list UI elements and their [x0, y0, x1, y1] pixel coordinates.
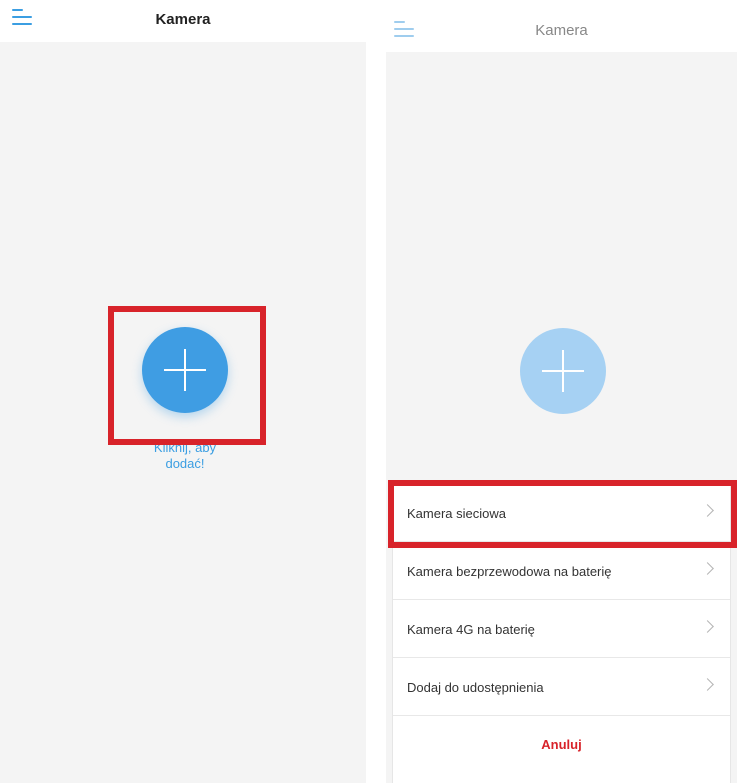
menu-item-label: Kamera 4G na baterię [407, 622, 535, 637]
right-screen: Kamera Kamera sieciowa Kamera bezprzewod… [386, 8, 737, 783]
add-hint-line2: dodać! [165, 456, 205, 471]
top-bar: Kamera [0, 0, 366, 42]
chevron-right-icon [701, 678, 714, 691]
menu-item-label: Dodaj do udostępnienia [407, 680, 544, 695]
menu-item-4g-battery-camera[interactable]: Kamera 4G na baterię [393, 600, 730, 658]
plus-icon-stroke [562, 350, 564, 392]
highlight-box-add-button [108, 306, 266, 445]
cancel-button[interactable]: Anuluj [393, 716, 730, 774]
highlight-box-network-camera [388, 480, 737, 548]
menu-item-add-shared[interactable]: Dodaj do udostępnienia [393, 658, 730, 716]
chevron-right-icon [701, 620, 714, 633]
page-title: Kamera [155, 11, 211, 28]
page-title: Kamera [535, 22, 588, 39]
add-camera-button [520, 328, 606, 414]
menu-item-wireless-battery-camera[interactable]: Kamera bezprzewodowa na baterię [393, 542, 730, 600]
menu-item-label: Kamera bezprzewodowa na baterię [407, 564, 612, 579]
tutorial-composite: Kamera Kliknij, aby dodać! Kamera Kamera… [0, 0, 737, 783]
chevron-right-icon [701, 562, 714, 575]
top-bar: Kamera [386, 8, 737, 52]
